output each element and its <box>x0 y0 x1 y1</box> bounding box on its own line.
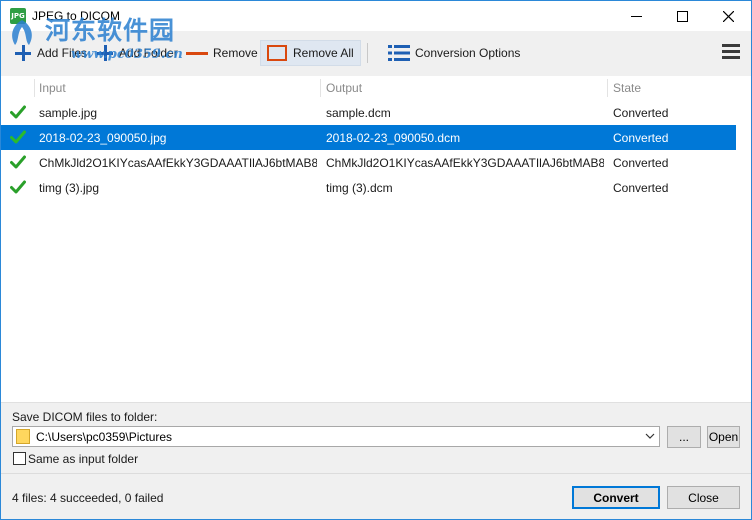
column-header-input[interactable]: Input <box>39 81 66 95</box>
close-icon <box>722 10 734 22</box>
close-window-button[interactable] <box>705 1 751 31</box>
column-header-output[interactable]: Output <box>326 81 362 95</box>
list-icon <box>388 45 410 61</box>
conversion-options-button[interactable]: Conversion Options <box>388 40 520 66</box>
open-folder-button[interactable]: Open <box>707 426 740 448</box>
app-icon: JPG <box>10 8 26 24</box>
input-cell: sample.jpg <box>39 106 98 120</box>
chevron-down-icon[interactable] <box>645 429 655 446</box>
toolbar-divider <box>367 43 368 63</box>
remove-all-label: Remove All <box>293 46 354 60</box>
plus-icon <box>97 45 113 61</box>
table-row[interactable]: timg (3).jpg timg (3).dcm Converted <box>1 175 736 200</box>
app-window: JPG JPEG to DICOM Add Files Add Folder R… <box>0 0 752 520</box>
state-cell: Converted <box>613 181 669 195</box>
input-cell: timg (3).jpg <box>39 181 100 195</box>
browse-button[interactable]: ... <box>667 426 701 448</box>
output-cell: ChMkJld2O1KIYcasAAfEkkY3GDAAATIlAJ6btMAB… <box>326 156 604 170</box>
title-bar[interactable]: JPG JPEG to DICOM <box>1 1 751 31</box>
check-icon <box>10 105 26 119</box>
folder-path-value: C:\Users\pc0359\Pictures <box>36 430 173 444</box>
maximize-icon <box>676 10 688 22</box>
check-icon <box>10 130 26 144</box>
hamburger-icon <box>722 44 740 47</box>
toolbar: Add Files Add Folder Remove Remove All C… <box>1 31 751 76</box>
menu-button[interactable] <box>722 44 740 60</box>
table-row[interactable]: 2018-02-23_090050.jpg 2018-02-23_090050.d… <box>1 125 736 150</box>
column-header-state[interactable]: State <box>613 81 641 95</box>
check-icon <box>10 155 26 169</box>
input-cell: ChMkJld2O1KIYcasAAfEkkY3GDAAATIlAJ6btMAB… <box>39 156 317 170</box>
output-cell: sample.dcm <box>326 106 391 120</box>
table-row[interactable]: ChMkJld2O1KIYcasAAfEkkY3GDAAATIlAJ6btMAB… <box>1 150 736 175</box>
add-folder-label: Add Folder <box>119 46 178 60</box>
state-cell: Converted <box>613 156 669 170</box>
check-icon <box>10 180 26 194</box>
minus-icon <box>186 51 208 55</box>
folder-icon <box>16 429 30 444</box>
status-text: 4 files: 4 succeeded, 0 failed <box>12 491 164 505</box>
minimize-button[interactable] <box>613 1 659 31</box>
state-cell: Converted <box>613 131 669 145</box>
table-row[interactable]: sample.jpg sample.dcm Converted <box>1 100 736 125</box>
input-cell: 2018-02-23_090050.jpg <box>39 131 167 145</box>
window-title: JPEG to DICOM <box>32 9 121 23</box>
conversion-options-label: Conversion Options <box>415 46 521 60</box>
close-button[interactable]: Close <box>667 486 740 509</box>
same-as-input-checkbox[interactable] <box>13 452 26 465</box>
remove-button[interactable]: Remove <box>186 40 258 66</box>
save-folder-label: Save DICOM files to folder: <box>12 410 158 424</box>
footer-panel: Save DICOM files to folder: C:\Users\pc0… <box>1 402 751 519</box>
output-cell: 2018-02-23_090050.dcm <box>326 131 461 145</box>
state-cell: Converted <box>613 106 669 120</box>
column-divider <box>607 79 608 97</box>
remove-label: Remove <box>213 46 258 60</box>
add-folder-button[interactable]: Add Folder <box>97 40 178 66</box>
same-as-input-label[interactable]: Same as input folder <box>28 452 138 466</box>
column-divider <box>320 79 321 97</box>
empty-box-icon <box>267 45 287 61</box>
output-cell: timg (3).dcm <box>326 181 393 195</box>
convert-button[interactable]: Convert <box>572 486 660 509</box>
file-list-header: Input Output State <box>1 76 751 100</box>
column-divider <box>34 79 35 97</box>
minimize-icon <box>630 15 642 17</box>
plus-icon <box>15 45 31 61</box>
folder-path-combobox[interactable]: C:\Users\pc0359\Pictures <box>12 426 660 447</box>
add-files-label: Add Files <box>37 46 88 60</box>
maximize-button[interactable] <box>659 1 705 31</box>
add-files-button[interactable]: Add Files <box>15 40 87 66</box>
footer-divider <box>1 473 751 474</box>
remove-all-button[interactable]: Remove All <box>260 40 361 66</box>
